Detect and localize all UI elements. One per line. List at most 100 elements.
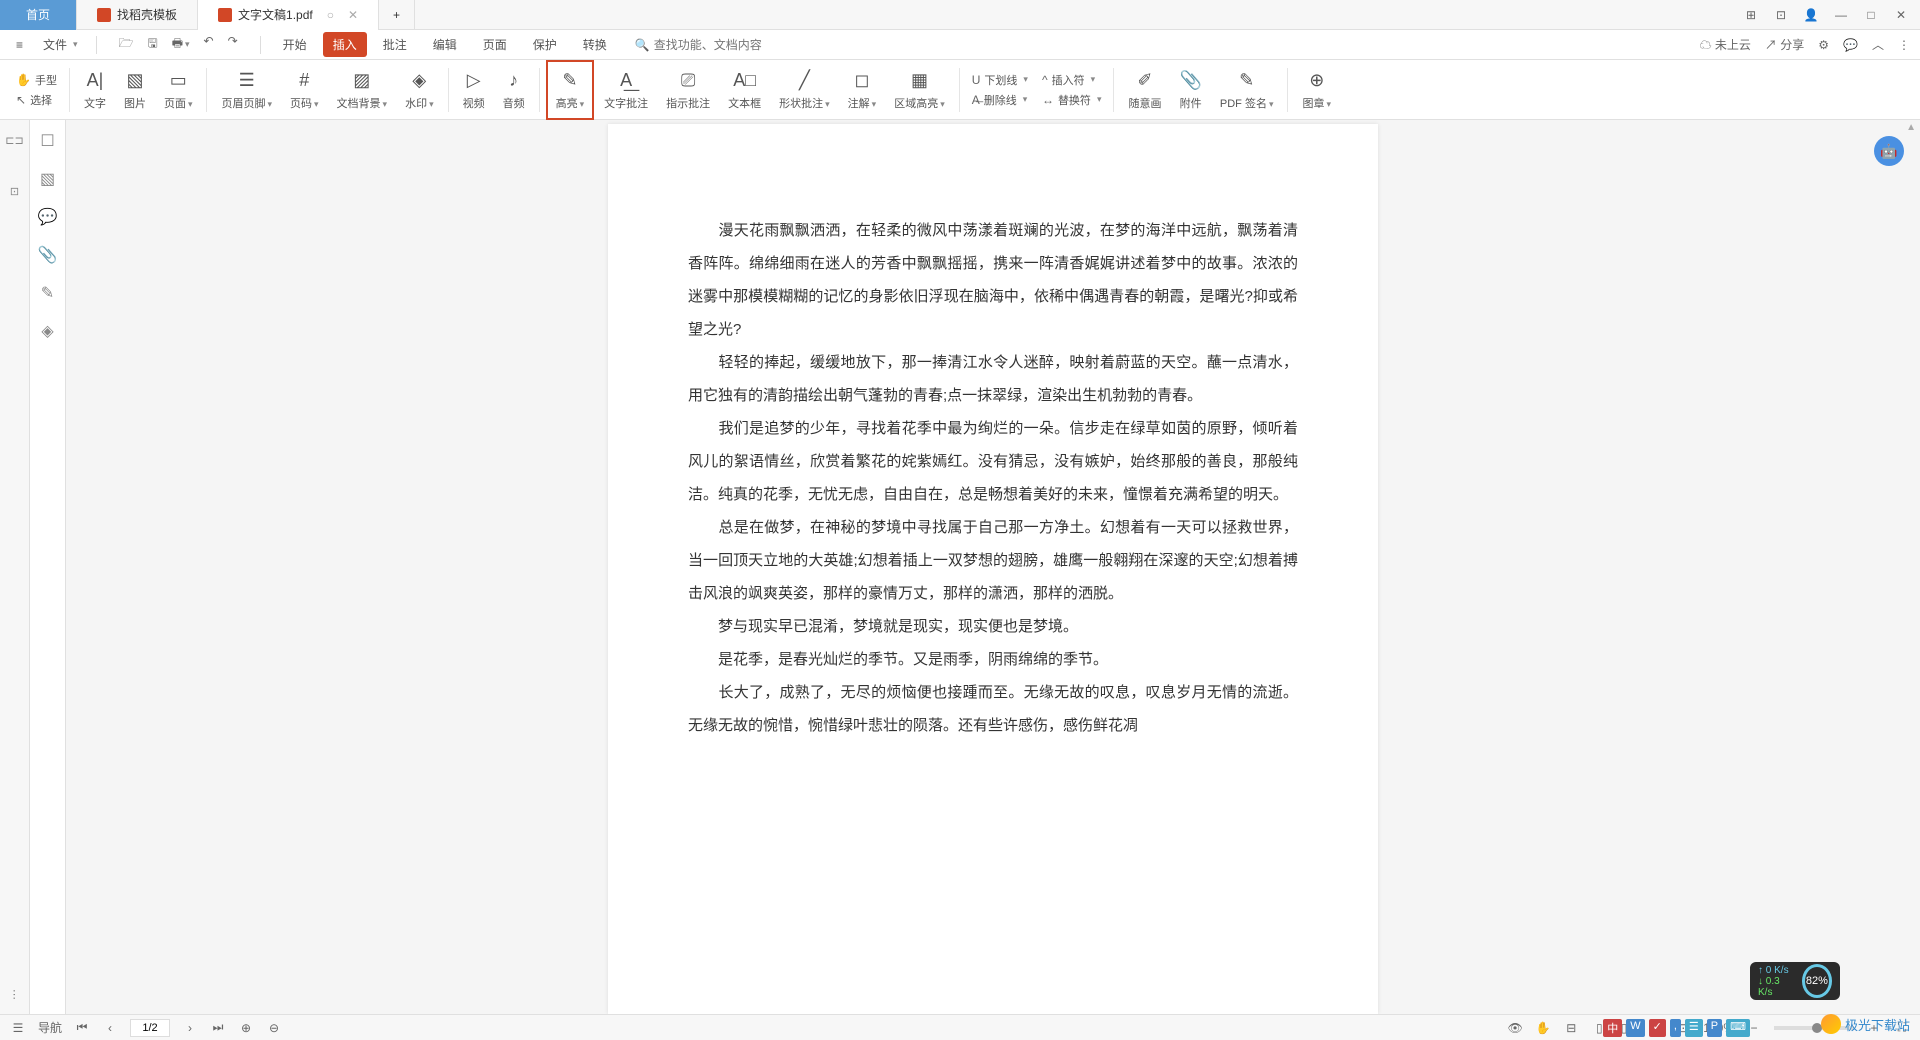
ribbon-video[interactable]: ▷视频: [455, 60, 493, 120]
caret-icon: ^: [1042, 73, 1048, 87]
nav-toggle-icon[interactable]: ☰: [10, 1020, 26, 1036]
ribbon-header-footer[interactable]: ☰页眉页脚▾: [213, 60, 280, 120]
tab-convert[interactable]: 转换: [573, 32, 617, 57]
eye-icon[interactable]: 👁: [1507, 1020, 1523, 1036]
ruler-icon[interactable]: ⊏⊐: [5, 134, 23, 147]
more-icon[interactable]: ⋮: [1898, 38, 1910, 52]
minimize-button[interactable]: —: [1832, 6, 1850, 24]
tab-edit[interactable]: 编辑: [423, 32, 467, 57]
compare-icon[interactable]: ⊡: [10, 185, 19, 198]
tab-annotate[interactable]: 批注: [373, 32, 417, 57]
ime-bar[interactable]: 中W✓,☰P⌨: [1603, 1019, 1750, 1037]
open-icon[interactable]: 🗁: [119, 34, 134, 55]
apps-icon[interactable]: ⊡: [1772, 6, 1790, 24]
ribbon-text-annot[interactable]: A͟文字批注: [596, 60, 656, 120]
strike-tool[interactable]: A̶删除线▾: [972, 92, 1028, 108]
gear-icon[interactable]: ⚙: [1818, 38, 1829, 52]
tab-start[interactable]: 开始: [273, 32, 317, 57]
menu-row: ≡ 文件▾ 🗁 🖫 🖶▾ ↶ ↷ 开始 插入 批注 编辑 页面 保护 转换 🔍 …: [0, 30, 1920, 60]
cloud-status[interactable]: ☁ 未上云: [1700, 36, 1751, 53]
ribbon-indicate-annot[interactable]: ⎚指示批注: [658, 60, 718, 120]
select-tool[interactable]: ↖选择: [16, 92, 57, 108]
tab-templates[interactable]: 找稻壳模板: [77, 0, 198, 30]
search-input[interactable]: [654, 38, 814, 52]
video-icon: ▷: [467, 69, 481, 93]
undo-icon[interactable]: ↶: [204, 34, 214, 55]
paragraph: 是花季，是春光灿烂的季节。又是雨季，阴雨绵绵的季节。: [688, 643, 1298, 676]
indicate-icon: ⎚: [681, 69, 695, 93]
sign-icon: ✎: [1239, 69, 1254, 93]
left-rail-tools: ⊏⊐ ⊡ ⋯: [0, 120, 30, 1014]
ribbon-sign[interactable]: ✎PDF 签名▾: [1212, 60, 1282, 120]
ribbon-stamp[interactable]: ⊕图章▾: [1294, 60, 1339, 120]
avatar-icon[interactable]: 👤: [1802, 6, 1820, 24]
perf-widget[interactable]: ↑ 0 K/s ↓ 0.3 K/s 82%: [1750, 962, 1840, 1000]
tab-document[interactable]: 文字文稿1.pdf ○ ✕: [198, 0, 379, 30]
fit-width-icon[interactable]: ⊟: [1563, 1020, 1579, 1036]
chat-icon[interactable]: 💬: [1843, 38, 1858, 52]
prev-page-icon[interactable]: ‹: [102, 1020, 118, 1036]
nav-label[interactable]: 导航: [38, 1019, 62, 1036]
ribbon-freedraw[interactable]: ✐随意画: [1120, 60, 1169, 120]
ribbon-shape-annot[interactable]: ╱形状批注▾: [771, 60, 838, 120]
tab-protect[interactable]: 保护: [523, 32, 567, 57]
watermark-icon: ◈: [412, 69, 426, 93]
ribbon-background[interactable]: ▨文档背景▾: [329, 60, 396, 120]
bookmark-icon[interactable]: ☐: [39, 132, 57, 150]
collapse-icon[interactable]: ︿: [1872, 36, 1884, 53]
ribbon-text[interactable]: A|文字: [76, 60, 114, 120]
page-viewport[interactable]: 漫天花雨飘飘洒洒，在轻柔的微风中荡漾着斑斓的光波，在梦的海洋中远航，飘荡着清香阵…: [66, 120, 1920, 1014]
thumbnail-icon[interactable]: ▧: [39, 170, 57, 188]
maximize-button[interactable]: □: [1862, 6, 1880, 24]
file-menu[interactable]: 文件▾: [37, 36, 84, 53]
close-icon[interactable]: ✕: [348, 8, 358, 22]
ribbon-pagenum[interactable]: #页码▾: [282, 60, 327, 120]
ribbon-mode-group: ✋手型 ↖选择: [10, 72, 63, 108]
attachment-icon[interactable]: 📎: [39, 246, 57, 264]
insert-caret[interactable]: ^插入符▾: [1042, 72, 1102, 88]
wps-icon: [97, 8, 111, 22]
layout-icon[interactable]: ⊞: [1742, 6, 1760, 24]
more-tools[interactable]: ⋯: [8, 989, 21, 1002]
search-icon: 🔍: [635, 38, 650, 52]
search-box[interactable]: 🔍: [635, 38, 814, 52]
comment-icon[interactable]: 💬: [39, 208, 57, 226]
print-icon[interactable]: 🖶▾: [172, 34, 190, 55]
ribbon-image[interactable]: ▧图片: [116, 60, 154, 120]
last-page-icon[interactable]: ⏭: [210, 1020, 226, 1036]
tab-new[interactable]: +: [379, 0, 415, 30]
save-icon[interactable]: 🖫: [147, 34, 157, 55]
tab-insert[interactable]: 插入: [323, 32, 367, 57]
ribbon-attach[interactable]: 📎附件: [1171, 60, 1209, 120]
watermark-icon: [1821, 1014, 1841, 1034]
ribbon-audio[interactable]: ♪音频: [495, 60, 533, 120]
ribbon-textbox[interactable]: A□文本框: [720, 60, 769, 120]
layers-icon[interactable]: ◈: [39, 322, 57, 340]
ai-assistant-button[interactable]: 🤖: [1874, 136, 1904, 166]
close-button[interactable]: ✕: [1892, 6, 1910, 24]
scroll-up-icon[interactable]: ▲: [1906, 122, 1916, 133]
fit-minus-icon[interactable]: ⊖: [266, 1020, 282, 1036]
strike-icon: A̶: [972, 93, 980, 107]
signature-icon[interactable]: ✎: [39, 284, 57, 302]
redo-icon[interactable]: ↷: [228, 34, 238, 55]
hand-icon2[interactable]: ✋: [1535, 1020, 1551, 1036]
hand-tool[interactable]: ✋手型: [16, 72, 57, 88]
next-page-icon[interactable]: ›: [182, 1020, 198, 1036]
ribbon-highlight[interactable]: ✎高亮▾: [546, 60, 595, 120]
ribbon-area-highlight[interactable]: ▦区域高亮▾: [886, 60, 953, 120]
page-input[interactable]: [130, 1019, 170, 1037]
tab-cloud-icon[interactable]: ○: [327, 8, 334, 22]
hamburger-icon[interactable]: ≡: [10, 38, 29, 52]
ribbon-note[interactable]: ◻注解▾: [840, 60, 885, 120]
share-button[interactable]: ↗ 分享: [1765, 36, 1804, 53]
tab-page[interactable]: 页面: [473, 32, 517, 57]
ribbon-watermark[interactable]: ◈水印▾: [397, 60, 442, 120]
image-icon: ▧: [126, 69, 143, 93]
underline-tool[interactable]: U下划线▾: [972, 72, 1028, 88]
first-page-icon[interactable]: ⏮: [74, 1020, 90, 1036]
fit-plus-icon[interactable]: ⊕: [238, 1020, 254, 1036]
ribbon-page[interactable]: ▭页面▾: [156, 60, 201, 120]
replace-caret[interactable]: ↔替换符▾: [1042, 92, 1102, 108]
tab-home[interactable]: 首页: [0, 0, 77, 30]
